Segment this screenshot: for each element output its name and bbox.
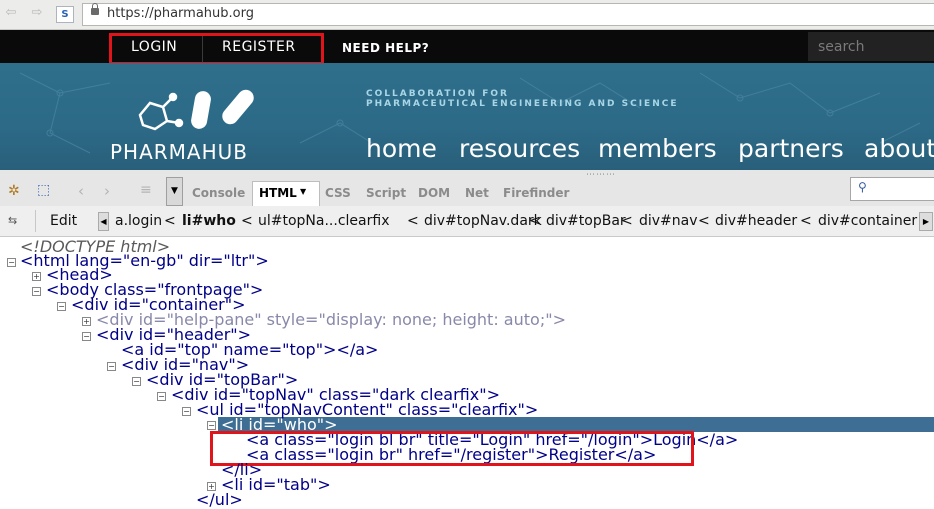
crumb-separator: < — [621, 213, 633, 229]
site-search-input[interactable]: search — [808, 32, 934, 61]
nav-members[interactable]: members — [598, 134, 717, 163]
breadcrumb-div-header[interactable]: div#header — [715, 213, 797, 229]
site-tagline: COLLABORATION FOR PHARMACEUTICAL ENGINEE… — [366, 89, 678, 109]
collapse-icon[interactable]: − — [107, 362, 116, 371]
crumb-separator: < — [698, 213, 710, 229]
collapse-icon[interactable]: − — [82, 332, 91, 341]
tab-css[interactable]: CSS — [325, 186, 351, 200]
tab-console[interactable]: Console — [192, 186, 245, 200]
need-help-link[interactable]: NEED HELP? — [342, 41, 429, 55]
lock-icon — [91, 3, 99, 15]
forward-arrow-icon[interactable]: ⇨ — [30, 6, 44, 20]
panel-dropdown-icon[interactable]: ▼ — [166, 177, 183, 206]
site-logo-text[interactable]: PHARMAHUB — [110, 140, 248, 164]
breadcrumb-div-topnav[interactable]: div#topNav.dark — [424, 213, 542, 229]
login-register-highlight — [109, 33, 324, 65]
menu-lines-icon[interactable]: ≡ — [140, 182, 152, 198]
site-header-banner: COLLABORATION FOR PHARMACEUTICAL ENGINEE… — [0, 63, 934, 170]
tab-script[interactable]: Script — [366, 186, 406, 200]
tab-net[interactable]: Net — [465, 186, 489, 200]
firebug-bug-icon[interactable]: ✲ — [8, 183, 20, 199]
nav-resources[interactable]: resources — [459, 134, 580, 163]
search-icon: ⚲ — [858, 180, 867, 194]
expand-icon[interactable]: ⇆ — [8, 214, 17, 227]
back-arrow-icon[interactable]: ⇦ — [4, 6, 18, 20]
crumb-separator: < — [529, 213, 541, 229]
crumb-separator: < — [241, 213, 253, 229]
collapse-icon[interactable]: − — [157, 392, 166, 401]
breadcrumb-div-nav[interactable]: div#nav — [639, 213, 698, 229]
collapse-icon[interactable]: − — [57, 302, 66, 311]
breadcrumb-scroll-left-icon[interactable]: ◀ — [98, 212, 109, 231]
next-icon[interactable]: › — [104, 182, 110, 200]
breadcrumb-ul-topnav[interactable]: ul#topNa...clearfix — [258, 213, 389, 229]
inspect-element-icon[interactable]: ⬚ — [37, 182, 50, 198]
html-breadcrumb-bar: ⇆ Edit ◀ a.login < li#who < ul#topNa...c… — [0, 206, 934, 237]
chevron-down-icon[interactable]: ▼ — [300, 187, 306, 196]
breadcrumb-a-login[interactable]: a.login — [115, 213, 162, 229]
collapse-icon[interactable]: − — [132, 377, 141, 386]
breadcrumb-div-topbar[interactable]: div#topBar — [546, 213, 626, 229]
tab-firefinder[interactable]: Firefinder — [503, 186, 569, 200]
site-favicon-icon: S — [56, 6, 74, 23]
browser-toolbar: ⇦ ⇨ S https://pharmahub.org — [0, 0, 934, 30]
firebug-toolbar: ✲ ⬚ ‹ › ≡ ▼ Console HTML ▼ CSS Script DO… — [0, 170, 934, 207]
firebug-search-input[interactable]: ⚲ — [850, 177, 934, 201]
url-text[interactable]: https://pharmahub.org — [107, 6, 254, 21]
breadcrumb-scroll-right-icon[interactable]: ▶ — [919, 212, 933, 231]
collapse-icon[interactable]: − — [32, 287, 41, 296]
address-bar[interactable]: https://pharmahub.org — [82, 3, 934, 26]
breadcrumb-div-container[interactable]: div#container — [818, 213, 917, 229]
crumb-separator: < — [407, 213, 419, 229]
crumb-separator: < — [164, 213, 176, 229]
expand-icon[interactable]: + — [82, 317, 91, 326]
collapse-icon[interactable]: − — [182, 407, 191, 416]
pharmahub-logo-icon — [138, 89, 254, 131]
nav-home[interactable]: home — [366, 134, 437, 163]
collapse-icon[interactable]: − — [7, 258, 16, 267]
tree-node-ul-close[interactable]: </ul> — [196, 492, 243, 508]
tab-dom[interactable]: DOM — [418, 186, 450, 200]
crumb-separator: < — [800, 213, 812, 229]
tab-html[interactable]: HTML — [259, 186, 297, 200]
previous-icon[interactable]: ‹ — [78, 182, 84, 200]
edit-button[interactable]: Edit — [50, 213, 77, 229]
nav-partners[interactable]: partners — [738, 134, 844, 163]
tagline-line-2: PHARMACEUTICAL ENGINEERING AND SCIENCE — [366, 99, 679, 109]
breadcrumb-li-who[interactable]: li#who — [182, 213, 236, 229]
tagline-line-1: COLLABORATION FOR — [366, 89, 509, 99]
resize-grip-icon[interactable]: ⋯⋯⋯ — [586, 170, 616, 180]
site-search-placeholder: search — [818, 39, 865, 55]
expand-icon[interactable]: + — [32, 272, 41, 281]
login-register-code-highlight — [210, 431, 694, 466]
breadcrumb-divider — [35, 210, 36, 232]
collapse-icon[interactable]: − — [207, 421, 216, 430]
nav-about[interactable]: about — [864, 134, 934, 163]
